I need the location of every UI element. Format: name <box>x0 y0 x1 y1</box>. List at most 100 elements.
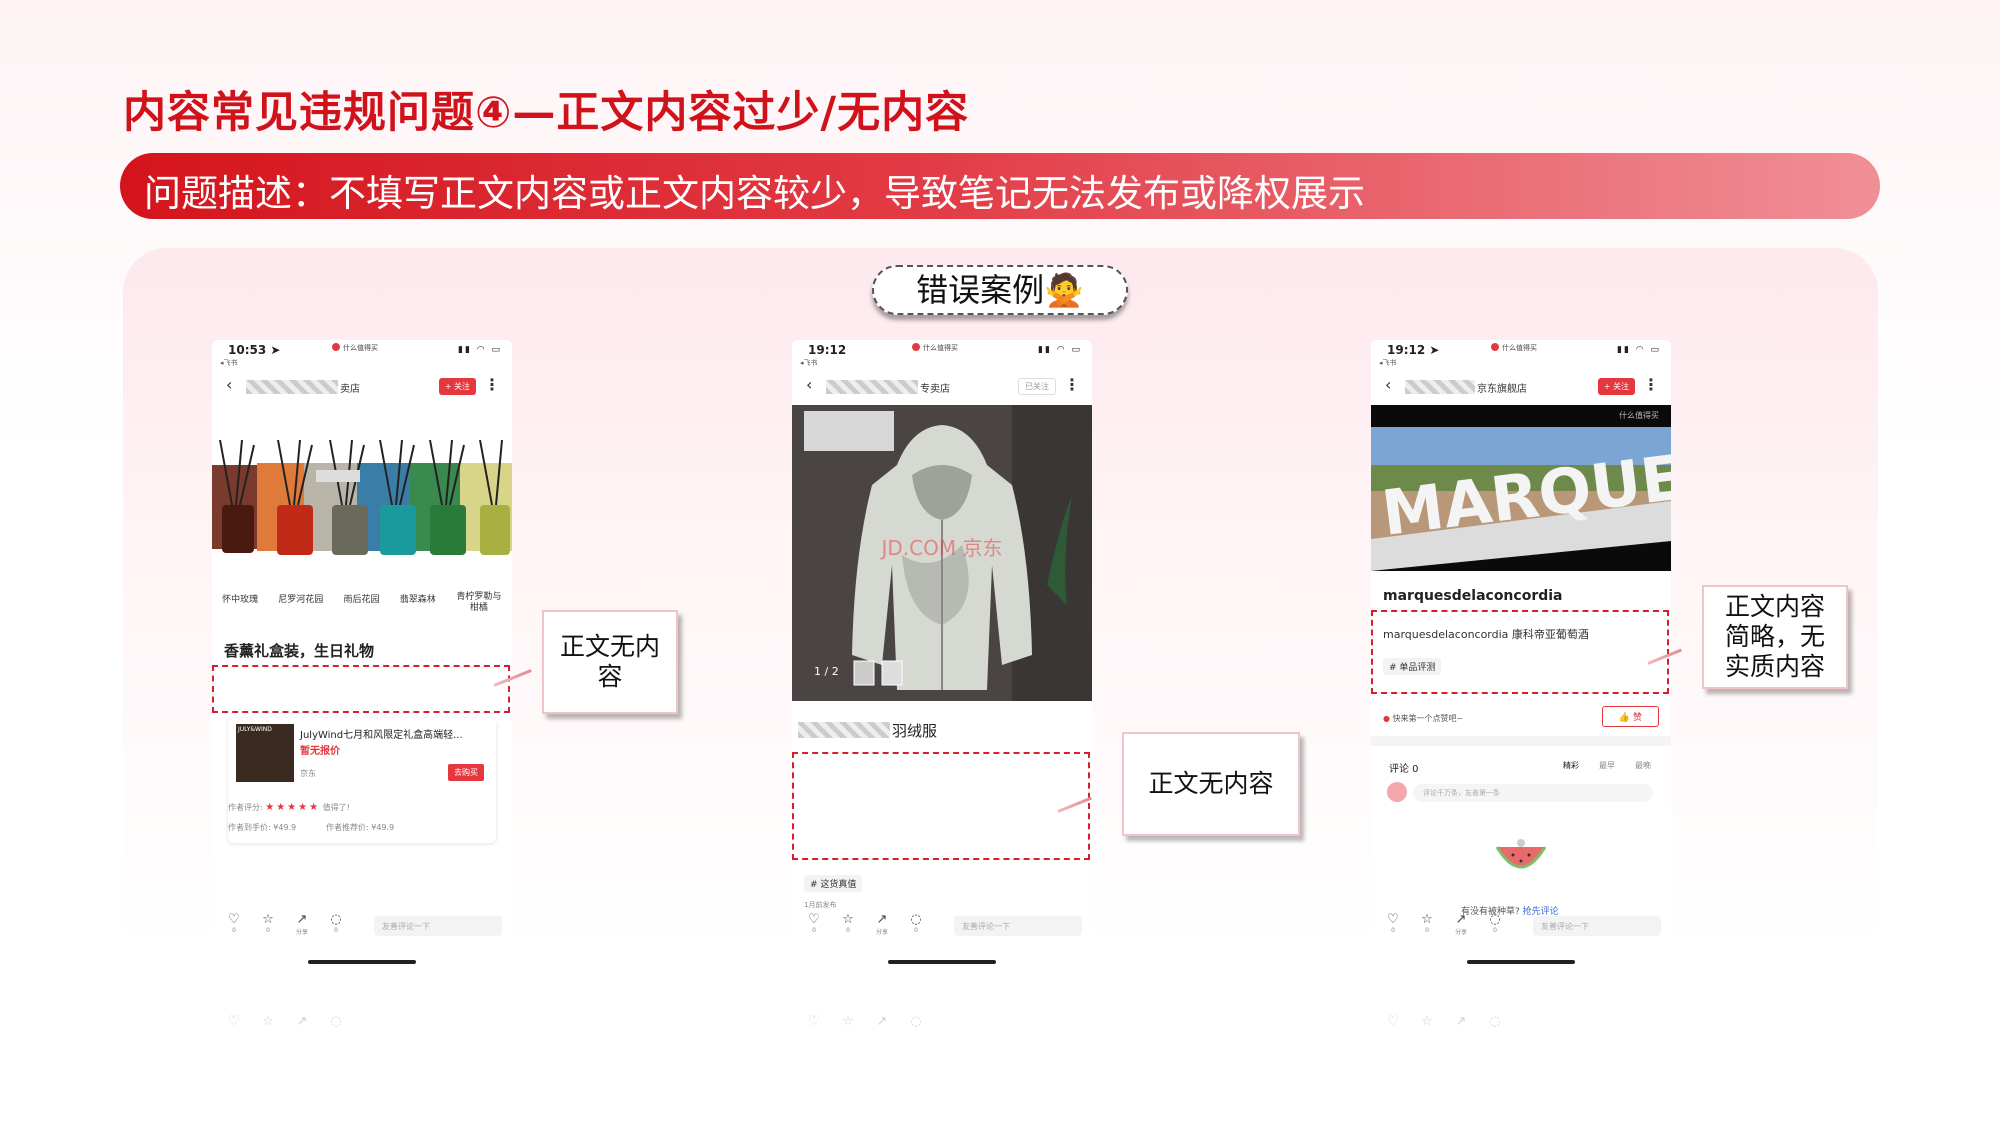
share-icon[interactable]: ↗ 分享 <box>1451 912 1471 936</box>
comment-icon: ◌ <box>330 1014 342 1029</box>
description-text: 问题描述：不填写正文内容或正文内容较少，导致笔记无法发布或降权展示 <box>144 172 1365 215</box>
more-icon[interactable]: ⋮ <box>1064 375 1080 394</box>
like-icon[interactable]: ♡ 0 <box>1383 912 1403 934</box>
note-title: 香薰礼盒装，生日礼物 <box>224 642 375 660</box>
home-indicator <box>308 960 416 964</box>
top-nav: ‹ 卖店 + 关注 ⋮ <box>212 372 512 402</box>
product-card[interactable]: JULY&WIND JulyWind七月和风限定礼盒高端轻... 暂无报价 京东… <box>228 718 496 843</box>
comment-count: 0 <box>334 927 338 934</box>
product-label: 翡翠森林 <box>399 595 436 605</box>
status-app-name: 什么值得买 <box>912 343 958 353</box>
like-count: 0 <box>1391 927 1395 934</box>
like-icon: ♡ <box>228 1014 240 1029</box>
phone-reflection: ♡ ☆ ↗ ◌ <box>792 1010 1092 1080</box>
comments-header: 评论 0 <box>1389 764 1419 775</box>
error-case-badge: 错误案例🙅 <box>872 265 1128 315</box>
comment-tab[interactable]: 最晚 <box>1635 760 1651 771</box>
share-icon: ↗ <box>876 1014 888 1029</box>
like-icon: ♡ <box>808 1014 820 1029</box>
comment-icon: ◌ <box>1489 1014 1501 1029</box>
rating-row: 作者评分: ★★★★★ 值得了! <box>228 802 350 813</box>
store-name: 专卖店 <box>920 384 950 395</box>
comment-icon[interactable]: ◌ 0 <box>1485 912 1505 934</box>
like-icon[interactable]: ♡ 0 <box>224 912 244 934</box>
empty-content-highlight-2 <box>792 752 1090 860</box>
signal-wifi-battery-icon: ▮▮ ◠ ▭ <box>1038 345 1082 355</box>
favorite-icon[interactable]: ☆ 0 <box>258 912 278 934</box>
follow-button[interactable]: + 关注 <box>1597 378 1635 395</box>
product-label: 怀中玫瑰 <box>222 595 259 605</box>
note-title: 羽绒服 <box>892 722 938 740</box>
video-thumbnail[interactable]: MARQUES DE LA 什么值得买 <box>1371 405 1671 571</box>
favorite-icon: ☆ <box>262 1014 274 1029</box>
publish-time: 1月前发布 <box>804 901 837 909</box>
like-count: 0 <box>812 927 816 934</box>
status-time: 19:12 <box>808 343 847 357</box>
bottom-action-bar: ♡ 0 ☆ 0 ↗ 分享 ◌ 0 友善评论一下 <box>212 910 512 946</box>
more-icon[interactable]: ⋮ <box>1643 375 1659 394</box>
blurred-store-name <box>826 380 918 394</box>
phone-reflection: ♡ ☆ ↗ ◌ <box>212 1010 512 1080</box>
follow-button[interactable]: + 关注 <box>438 378 476 395</box>
signal-wifi-battery-icon: ▮▮ ◠ ▭ <box>1617 345 1661 355</box>
comment-icon[interactable]: ◌ 0 <box>906 912 926 934</box>
favorite-count: 0 <box>1425 927 1429 934</box>
description-banner: 问题描述：不填写正文内容或正文内容较少，导致笔记无法发布或降权展示 <box>120 153 1880 219</box>
back-icon[interactable]: ‹ <box>226 375 232 394</box>
comment-icon[interactable]: ◌ 0 <box>326 912 346 934</box>
avatar-icon: ● <box>1383 714 1390 723</box>
price-recommend: 作者推荐价: ¥49.9 <box>326 823 395 832</box>
like-icon: ♡ <box>1387 1014 1399 1029</box>
product-label: 尼罗河花园 <box>278 595 324 605</box>
divider <box>1371 736 1671 746</box>
favorite-icon: ☆ <box>842 1014 854 1029</box>
brief-content-highlight-3 <box>1371 610 1669 694</box>
status-app-name: 什么值得买 <box>1491 343 1537 353</box>
home-indicator <box>888 960 996 964</box>
status-carrier: ◂飞书 <box>1379 359 1397 367</box>
product-label-row: 怀中玫瑰 尼罗河花园 雨后花园 翡翠森林 青柠罗勒与柑橘 <box>212 592 512 614</box>
share-icon: ↗ <box>1455 1014 1467 1029</box>
store-name: 京东旗舰店 <box>1477 384 1527 395</box>
comment-count: 0 <box>1493 927 1497 934</box>
back-icon[interactable]: ‹ <box>1385 375 1391 394</box>
comment-sort-tabs: 精彩 最早 最晚 <box>1563 760 1651 771</box>
price-paid: 作者到手价: ¥49.9 <box>228 823 297 832</box>
favorite-icon[interactable]: ☆ 0 <box>1417 912 1437 934</box>
top-nav: ‹ 京东旗舰店 + 关注 ⋮ <box>1371 372 1671 402</box>
share-label: 分享 <box>1454 929 1467 936</box>
rating-stars-icon: ★★★★★ <box>265 802 321 813</box>
share-icon[interactable]: ↗ 分享 <box>292 912 312 936</box>
comment-input[interactable]: 友善评论一下 <box>374 916 502 936</box>
avatar <box>1387 782 1407 802</box>
comment-input[interactable]: 友善评论一下 <box>1533 916 1661 936</box>
share-icon: ↗ <box>296 1014 308 1029</box>
product-label: 雨后花园 <box>343 595 380 605</box>
more-icon[interactable]: ⋮ <box>484 375 500 394</box>
top-nav: ‹ 专卖店 已关注 ⋮ <box>792 372 1092 402</box>
like-icon[interactable]: ♡ 0 <box>804 912 824 934</box>
callout-no-content-1: 正文无内容 <box>542 610 678 714</box>
comment-tab[interactable]: 最早 <box>1599 760 1615 771</box>
share-label: 分享 <box>875 929 888 936</box>
favorite-icon[interactable]: ☆ 0 <box>838 912 858 934</box>
like-button[interactable]: 👍 赞 <box>1601 706 1659 727</box>
comment-tab[interactable]: 精彩 <box>1563 760 1579 771</box>
image-watermark: JD.COM 京东 <box>880 536 1003 560</box>
comment-count: 0 <box>914 927 918 934</box>
page-title: 内容常见违规问题④—正文内容过少/无内容 <box>123 88 970 138</box>
down-jacket-image: JD.COM 京东 1 / 2 <box>792 405 1092 701</box>
followed-button[interactable]: 已关注 <box>1018 378 1056 395</box>
buy-button[interactable]: 去购买 <box>448 764 484 781</box>
favorite-icon: ☆ <box>1421 1014 1433 1029</box>
comment-input[interactable]: 友善评论一下 <box>954 916 1082 936</box>
share-icon[interactable]: ↗ 分享 <box>872 912 892 936</box>
topic-tag[interactable]: # 这货真值 <box>804 875 863 892</box>
first-like-prompt: ● 快来第一个点赞吧~ <box>1383 714 1464 723</box>
status-bar: 19:12 ◂飞书 什么值得买 ▮▮ ◠ ▭ <box>792 340 1092 370</box>
comment-reply-input[interactable]: 评论千万条，友善第一条 <box>1413 784 1653 802</box>
phone-screenshot-2: 19:12 ◂飞书 什么值得买 ▮▮ ◠ ▭ ‹ 专卖店 已关注 ⋮ JD.CO… <box>792 340 1092 970</box>
rating-comment: 值得了! <box>322 803 350 812</box>
back-icon[interactable]: ‹ <box>806 375 812 394</box>
diffuser-product-image <box>212 405 512 617</box>
